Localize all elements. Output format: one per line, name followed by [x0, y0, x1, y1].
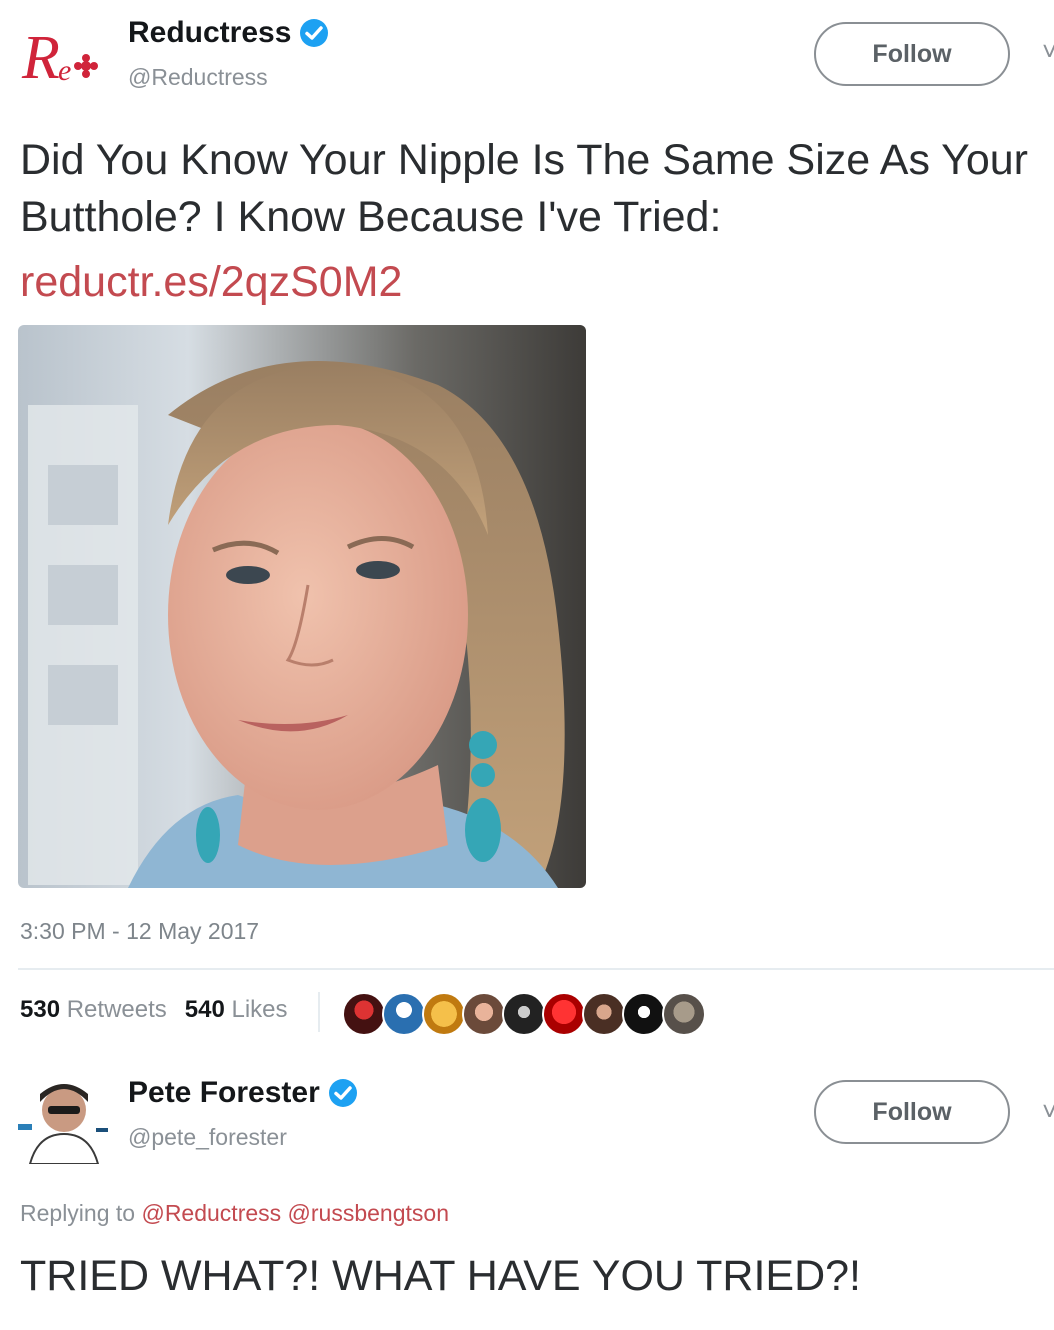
author-name[interactable]: Reductress — [128, 16, 329, 50]
replying-prefix: Replying to — [20, 1200, 136, 1226]
likes-label: Likes — [231, 996, 288, 1023]
reply-author-handle[interactable]: @pete_forester — [128, 1124, 287, 1151]
avatar-icon[interactable] — [462, 992, 506, 1036]
svg-text:e: e — [58, 54, 71, 87]
replying-to: Replying to @Reductress @russbengtson — [20, 1200, 449, 1227]
follow-button[interactable]: Follow — [814, 1080, 1010, 1144]
reply-text: TRIED WHAT?! WHAT HAVE YOU TRIED?! — [20, 1252, 861, 1300]
portrait-photo[interactable] — [18, 325, 586, 888]
svg-text:R: R — [21, 24, 60, 92]
avatar-icon[interactable] — [662, 992, 706, 1036]
reply-author-avatar[interactable] — [18, 1072, 110, 1165]
tweet-stats: 530 Retweets 540 Likes — [20, 996, 288, 1024]
avatar-icon[interactable] — [622, 992, 666, 1036]
retweets-count: 530 — [20, 996, 61, 1023]
tweet-timestamp[interactable]: 3:30 PM - 12 May 2017 — [20, 918, 259, 945]
liker-avatars — [342, 992, 706, 1036]
tweet-link[interactable]: reductr.es/2qzS0M2 — [20, 258, 402, 307]
avatar-icon[interactable] — [422, 992, 466, 1036]
avatar-icon[interactable] — [502, 992, 546, 1036]
mention-link[interactable]: @Reductress — [141, 1200, 281, 1226]
author-name-text[interactable]: Reductress — [128, 16, 291, 50]
retweets-label: Retweets — [66, 996, 167, 1023]
reply-author-name-text[interactable]: Pete Forester — [128, 1076, 320, 1110]
likes-stat[interactable]: 540 Likes — [185, 996, 288, 1024]
chevron-down-icon[interactable]: ˅ — [1042, 1096, 1054, 1127]
avatar-icon[interactable] — [342, 992, 386, 1036]
verified-badge-icon — [328, 1079, 357, 1107]
verified-badge-icon — [300, 19, 329, 47]
reply-author-name[interactable]: Pete Forester — [128, 1076, 358, 1110]
chevron-down-icon[interactable]: ˅ — [1042, 36, 1054, 67]
retweets-stat[interactable]: 530 Retweets — [20, 996, 167, 1024]
divider — [18, 968, 1054, 970]
avatar-icon[interactable] — [542, 992, 586, 1036]
tweet-text: Did You Know Your Nipple Is The Same Siz… — [20, 136, 1029, 241]
mention-link[interactable]: @russbengtson — [288, 1200, 449, 1226]
avatar-icon[interactable] — [382, 992, 426, 1036]
stats-separator — [318, 992, 320, 1032]
reductress-logo-icon[interactable]: R e — [20, 20, 110, 100]
author-handle[interactable]: @Reductress — [128, 64, 268, 91]
avatar-icon[interactable] — [582, 992, 626, 1036]
follow-button[interactable]: Follow — [814, 22, 1010, 86]
likes-count: 540 — [184, 996, 225, 1023]
